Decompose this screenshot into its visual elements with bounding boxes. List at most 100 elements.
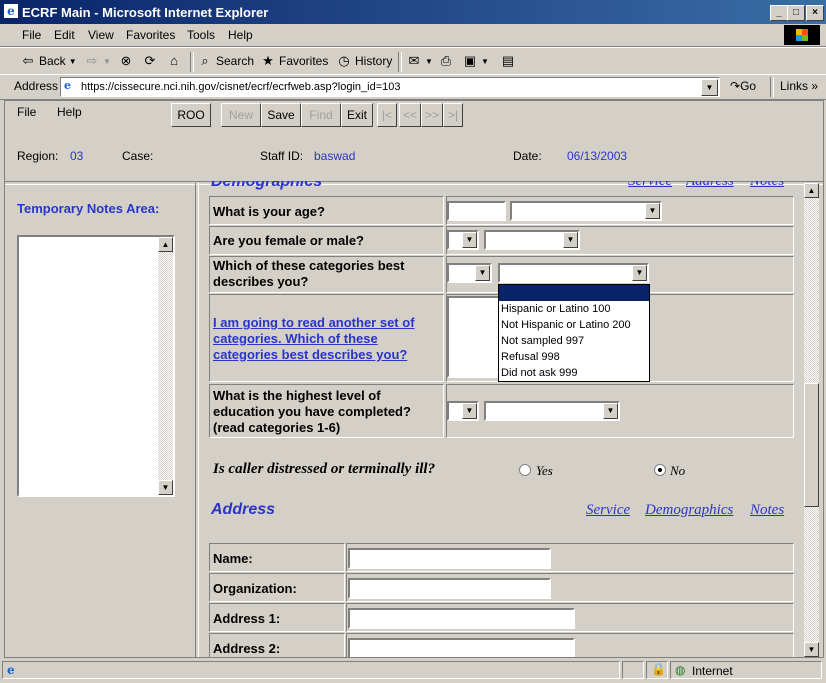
mail-button[interactable]: ✉ ▼: [406, 53, 433, 69]
search-icon: ⌕: [201, 53, 209, 68]
scroll-thumb[interactable]: [804, 383, 819, 507]
discuss-button[interactable]: ▤: [500, 53, 516, 69]
name-input[interactable]: [348, 548, 551, 569]
education-code-select[interactable]: ▼: [447, 401, 479, 421]
address2-input[interactable]: [348, 638, 575, 657]
menu-help[interactable]: Help: [228, 28, 253, 42]
history-button[interactable]: ◷ History: [336, 53, 392, 69]
next-record-button[interactable]: >>: [421, 103, 443, 127]
maximize-button[interactable]: □: [787, 5, 805, 21]
save-button[interactable]: Save: [261, 103, 301, 127]
window-title: ECRF Main - Microsoft Internet Explorer: [22, 5, 269, 20]
home-button[interactable]: ⌂: [166, 53, 182, 69]
favorites-button[interactable]: ★ Favorites: [260, 53, 328, 69]
find-button[interactable]: Find: [301, 103, 341, 127]
demographics-notes-link[interactable]: Notes: [750, 181, 784, 190]
address1-input[interactable]: [348, 608, 575, 629]
ie-logo-icon: e: [4, 4, 18, 18]
edit-button[interactable]: ▣ ▼: [462, 53, 489, 69]
chevron-right-icon: »: [811, 79, 819, 93]
case-label: Case:: [122, 149, 154, 163]
roo-button[interactable]: ROO: [171, 103, 211, 127]
age-input[interactable]: [447, 201, 506, 221]
chevron-down-icon: ▼: [645, 203, 660, 219]
scroll-up-icon[interactable]: ▲: [804, 183, 819, 198]
mail-icon: ✉: [408, 53, 420, 68]
gender-code-select[interactable]: ▼: [447, 230, 479, 250]
age-unit-select[interactable]: ▼: [510, 201, 662, 221]
address-url: https://cissecure.nci.nih.gov/cisnet/ecr…: [81, 81, 401, 93]
gender-select[interactable]: ▼: [484, 230, 580, 250]
staff-id-value: baswad: [314, 149, 356, 163]
prev-record-button[interactable]: <<: [399, 103, 421, 127]
last-record-button[interactable]: >|: [443, 103, 463, 127]
education-select[interactable]: ▼: [484, 401, 620, 421]
stop-button[interactable]: ⊗: [118, 53, 134, 69]
dropdown-option-refusal[interactable]: Refusal 998: [499, 349, 649, 365]
history-icon: ◷: [338, 53, 350, 68]
dropdown-option-hispanic[interactable]: Hispanic or Latino 100: [499, 301, 649, 317]
minimize-button[interactable]: _: [770, 5, 788, 21]
category-code-select[interactable]: ▼: [447, 263, 492, 283]
search-button[interactable]: ⌕ Search: [197, 53, 254, 69]
exit-button[interactable]: Exit: [341, 103, 373, 127]
links-button[interactable]: Links »: [780, 79, 818, 93]
distressed-yes-radio[interactable]: [519, 464, 531, 476]
menu-tools[interactable]: Tools: [187, 28, 215, 42]
dropdown-option-did-not-ask[interactable]: Did not ask 999: [499, 365, 649, 381]
menu-favorites[interactable]: Favorites: [126, 28, 175, 42]
discuss-icon: ▤: [501, 53, 515, 68]
app-menu-file[interactable]: File: [17, 105, 36, 119]
menu-view[interactable]: View: [88, 28, 114, 42]
another-set-question-link[interactable]: I am going to read another set of catego…: [213, 315, 435, 363]
dropdown-option-blank[interactable]: [499, 285, 649, 301]
toolbar: ⇦ Back ▼ ⇨ ▼ ⊗ ⟳ ⌂ ⌕ Search ★ Favorites ◷ Hist…: [0, 47, 826, 75]
main-scrollbar[interactable]: ▲ ▼: [804, 183, 819, 657]
address-demographics-link[interactable]: Demographics: [645, 502, 733, 519]
distressed-yes-label: Yes: [536, 463, 553, 478]
scroll-down-icon[interactable]: ▼: [804, 642, 819, 657]
forward-arrow-icon: ⇨: [86, 53, 98, 68]
close-button[interactable]: ×: [806, 5, 824, 21]
distressed-no-radio[interactable]: [654, 464, 666, 476]
scroll-down-icon[interactable]: ▼: [158, 480, 173, 495]
menu-file[interactable]: File: [22, 28, 41, 42]
another-set-listbox[interactable]: [447, 296, 503, 378]
status-panel: [622, 661, 644, 679]
category-select[interactable]: ▼: [498, 263, 649, 283]
address-notes-link[interactable]: Notes: [750, 502, 784, 519]
printer-icon: ⎙: [440, 53, 452, 68]
back-button[interactable]: ⇦ Back ▼: [20, 53, 77, 69]
region-label: Region:: [17, 149, 59, 163]
app-frame: File Help ROO New Save Find Exit |< << >…: [4, 100, 824, 658]
scroll-up-icon[interactable]: ▲: [158, 237, 173, 252]
demographics-address-link[interactable]: Address: [686, 181, 734, 190]
notes-textarea[interactable]: ▲ ▼: [17, 235, 175, 497]
new-button[interactable]: New: [221, 103, 261, 127]
menu-edit[interactable]: Edit: [54, 28, 75, 42]
title-bar: e ECRF Main - Microsoft Internet Explore…: [0, 0, 826, 24]
app-menu-help[interactable]: Help: [57, 105, 82, 119]
age-question: What is your age?: [213, 204, 325, 219]
notes-scrollbar[interactable]: ▲ ▼: [158, 237, 173, 495]
chevron-down-icon: ▼: [462, 232, 477, 248]
edit-icon: ▣: [463, 53, 477, 68]
first-record-button[interactable]: |<: [377, 103, 397, 127]
windows-logo-icon: [784, 25, 820, 45]
address-input[interactable]: e https://cissecure.nci.nih.gov/cisnet/e…: [60, 77, 720, 97]
go-button[interactable]: ↷Go: [730, 79, 756, 93]
category-dropdown-list[interactable]: Hispanic or Latino 100 Not Hispanic or L…: [498, 284, 650, 382]
address-service-link[interactable]: Service: [586, 502, 630, 519]
status-lock-panel: 🔒: [646, 661, 668, 679]
print-button[interactable]: ⎙: [438, 53, 454, 69]
dropdown-option-not-hispanic[interactable]: Not Hispanic or Latino 200: [499, 317, 649, 333]
education-question: What is the highest level of education y…: [213, 388, 411, 435]
menu-bar: File Edit View Favorites Tools Help: [0, 24, 826, 47]
refresh-button[interactable]: ⟳: [142, 53, 158, 69]
organization-input[interactable]: [348, 578, 551, 599]
page-icon: e: [64, 79, 71, 92]
dropdown-option-not-sampled[interactable]: Not sampled 997: [499, 333, 649, 349]
forward-button[interactable]: ⇨ ▼: [84, 53, 111, 69]
address-dropdown-arrow[interactable]: ▼: [701, 79, 718, 96]
demographics-service-link[interactable]: Service: [628, 181, 672, 190]
